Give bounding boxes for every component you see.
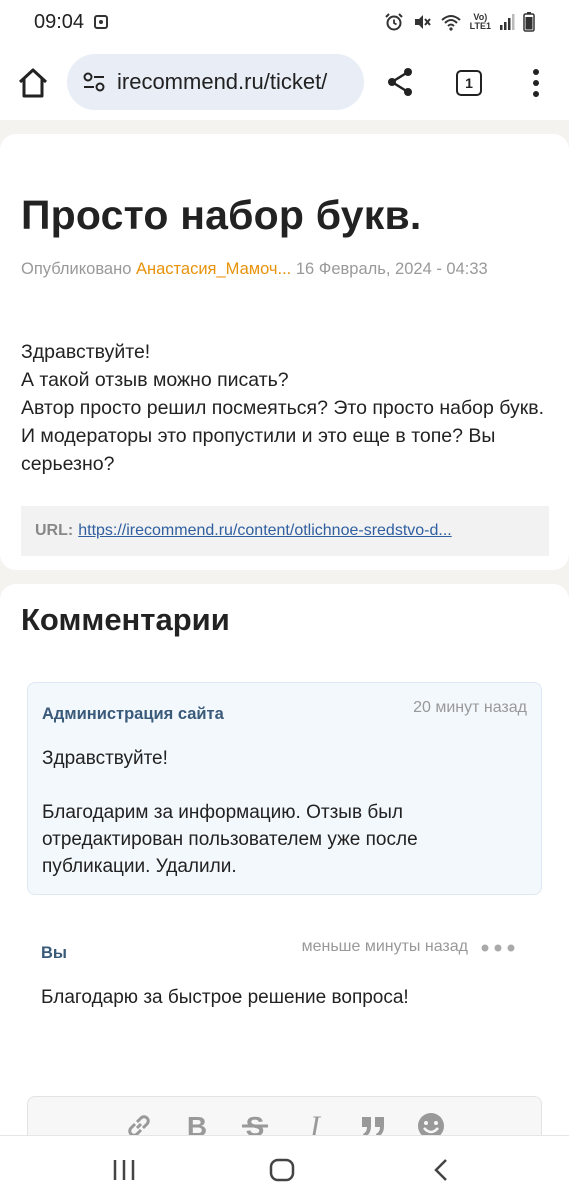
more-menu-icon[interactable] xyxy=(524,66,548,100)
battery-icon xyxy=(523,12,535,32)
mute-icon xyxy=(414,15,431,29)
comment-text: Здравствуйте! Благодарим за информацию. … xyxy=(42,745,522,880)
comment-body: Благодарю за быстрое решение вопроса! xyxy=(41,987,409,1008)
share-icon[interactable] xyxy=(384,66,416,98)
link-icon[interactable] xyxy=(124,1111,154,1135)
ticket-body-line: Здравствуйте! xyxy=(21,341,151,363)
ticket-body: Здравствуйте! А такой отзыв можно писать… xyxy=(21,338,551,478)
strikethrough-icon[interactable]: S xyxy=(240,1111,270,1135)
ticket-body-line: А такой отзыв можно писать? xyxy=(21,369,289,391)
italic-icon[interactable]: I xyxy=(300,1111,330,1135)
svg-text:I: I xyxy=(309,1111,322,1135)
tab-count: 1 xyxy=(465,75,473,91)
ticket-body-line: Автор просто решил посмеяться? Это прост… xyxy=(21,397,545,475)
quote-icon[interactable] xyxy=(358,1111,388,1135)
notification-app-icon xyxy=(94,15,109,29)
comment-body: Благодарим за информацию. Отзыв был отре… xyxy=(42,802,418,877)
page-content: Просто набор букв. Опубликовано Анастаси… xyxy=(0,120,569,1135)
network-type: Vo) LTE1 xyxy=(470,13,491,31)
published-label: Опубликовано xyxy=(21,260,132,278)
comments-title: Комментарии xyxy=(21,602,230,637)
status-bar: 09:04 Vo) LTE1 xyxy=(0,0,569,44)
ticket-author-link[interactable]: Анастасия_Мамоч... xyxy=(136,260,291,278)
emoji-icon[interactable] xyxy=(416,1111,446,1135)
comment-time: меньше минуты назад xyxy=(301,938,468,955)
network-label-bottom: LTE1 xyxy=(469,21,491,31)
recent-apps-icon[interactable] xyxy=(110,1156,138,1184)
site-settings-icon[interactable] xyxy=(81,69,107,95)
system-nav-bar xyxy=(0,1135,569,1200)
svg-text:B: B xyxy=(187,1111,207,1135)
tab-switcher-button[interactable]: 1 xyxy=(456,70,482,96)
url-text[interactable]: irecommend.ru/ticket/ xyxy=(117,69,327,95)
ticket-title: Просто набор букв. xyxy=(21,192,422,238)
ticket-meta: Опубликовано Анастасия_Мамоч... 16 Февра… xyxy=(21,260,488,279)
comments-section: Комментарии Администрация сайта 20 минут… xyxy=(0,584,569,1135)
ticket-date: 16 Февраль, 2024 - 04:33 xyxy=(295,260,488,278)
ticket-url-box: URL: https://irecommend.ru/content/otlic… xyxy=(21,506,549,556)
back-icon[interactable] xyxy=(428,1156,456,1184)
url-label: URL: xyxy=(35,522,74,539)
comment-time: 20 минут назад xyxy=(413,699,527,716)
comment-item: Вы меньше минуты назад Благодарю за быст… xyxy=(27,922,542,1022)
address-bar[interactable]: irecommend.ru/ticket/ xyxy=(67,54,364,110)
ticket-card: Просто набор букв. Опубликовано Анастаси… xyxy=(0,134,569,570)
browser-toolbar: irecommend.ru/ticket/ 1 xyxy=(0,44,569,120)
comment-editor-toolbar: B S I xyxy=(27,1096,542,1135)
home-nav-icon[interactable] xyxy=(268,1156,296,1184)
comment-greeting: Здравствуйте! xyxy=(42,748,168,769)
comment-author: Администрация сайта xyxy=(42,705,224,723)
signal-icon xyxy=(500,14,515,30)
comment-item: Администрация сайта 20 минут назад Здрав… xyxy=(27,682,542,895)
review-url-link[interactable]: https://irecommend.ru/content/otlichnoe-… xyxy=(78,522,452,540)
bold-icon[interactable]: B xyxy=(182,1111,212,1135)
comment-more-icon[interactable] xyxy=(480,942,516,954)
home-icon[interactable] xyxy=(16,66,50,100)
status-time: 09:04 xyxy=(34,10,85,33)
comment-author: Вы xyxy=(41,944,68,962)
alarm-icon xyxy=(384,13,403,31)
svg-text:S: S xyxy=(246,1111,265,1135)
wifi-icon xyxy=(440,15,461,31)
